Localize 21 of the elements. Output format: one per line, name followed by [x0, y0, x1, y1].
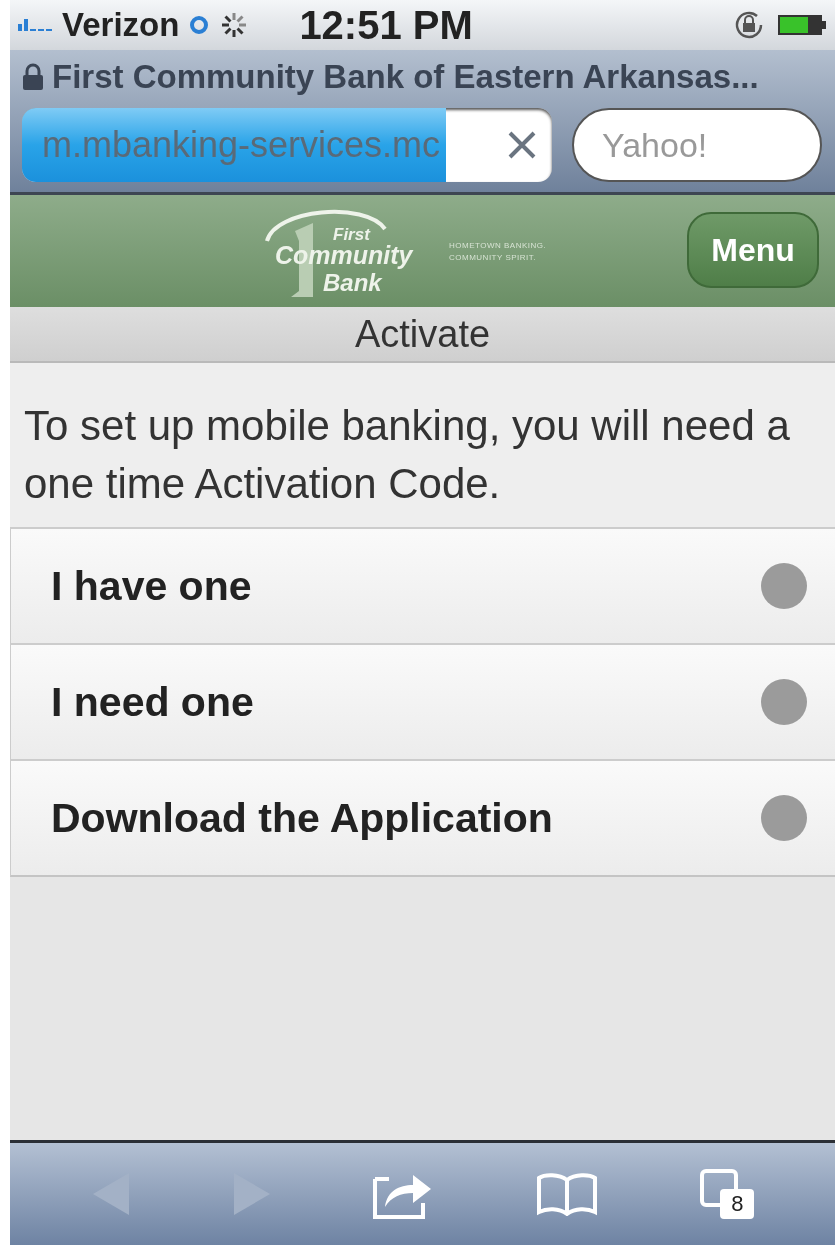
logo-tagline: HOMETOWN BANKING. [449, 240, 547, 250]
clear-icon[interactable] [506, 129, 538, 161]
dot-icon [761, 563, 807, 609]
dot-icon [761, 795, 807, 841]
dot-icon [761, 679, 807, 725]
section-title: Activate [10, 307, 835, 363]
option-item[interactable]: Download the Application [11, 759, 835, 875]
carrier-name: Verizon [62, 6, 180, 44]
bookmarks-icon[interactable] [534, 1172, 599, 1216]
logo-tagline: COMMUNITY SPIRIT. [449, 252, 538, 262]
option-item[interactable]: I need one [11, 643, 835, 759]
lock-icon [22, 63, 44, 91]
intro-text: To set up mobile banking, you will need a one time Activation Code. [10, 363, 835, 527]
search-field[interactable]: Yahoo! [572, 108, 822, 182]
menu-button[interactable]: Menu [687, 212, 819, 288]
clock-time: 12:51 PM [299, 2, 473, 48]
signal-icon [18, 19, 52, 31]
page-title: First Community Bank of Eastern Arkansas... [52, 58, 759, 96]
option-item[interactable]: I have one [11, 527, 835, 643]
battery-icon [777, 14, 827, 36]
wifi-icon [189, 15, 210, 35]
